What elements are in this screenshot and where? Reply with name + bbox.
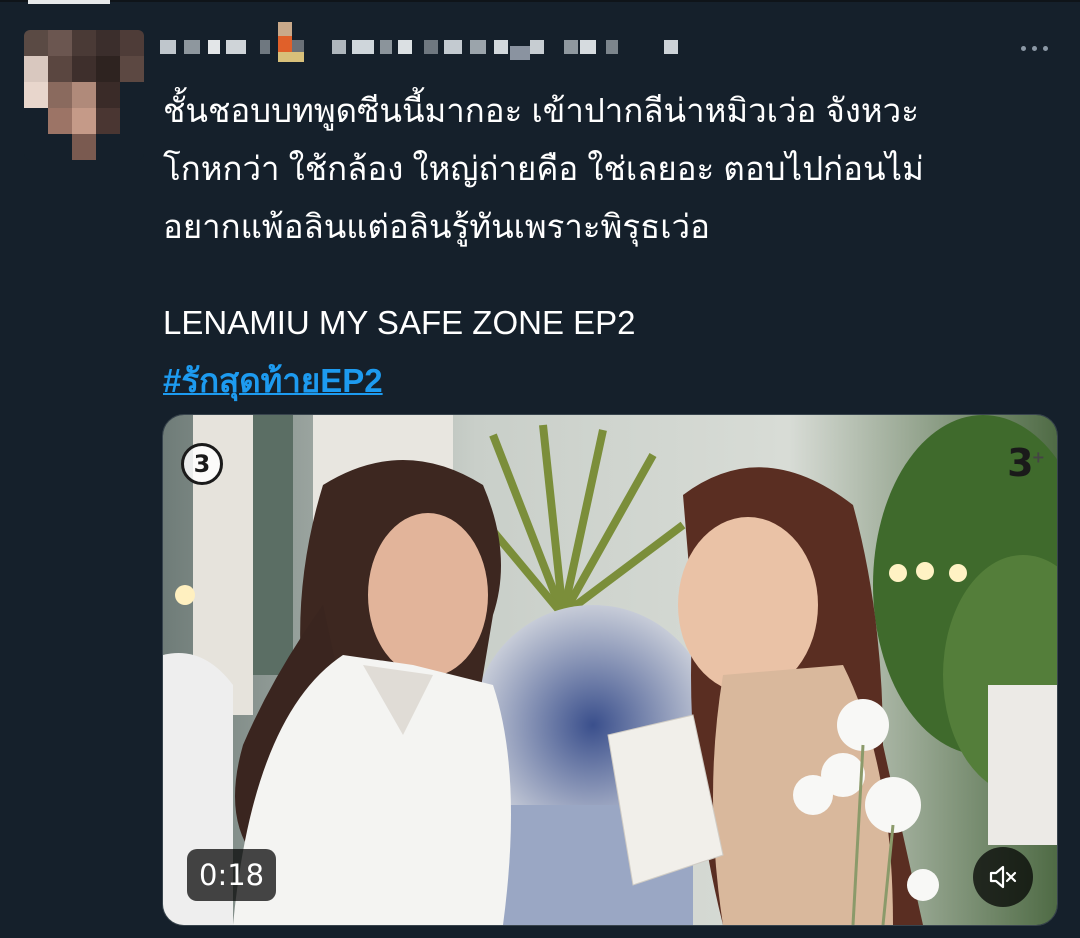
username-pixelated[interactable]	[160, 22, 720, 66]
video-duration: 0:18	[187, 849, 277, 901]
channel-badge-text: 3	[1007, 441, 1033, 485]
previous-tweet-edge	[28, 0, 110, 4]
tweet-text: ชั้นชอบบทพูดซีนนี้มากอะ เข้าปากลีน่าหมิว…	[163, 82, 1053, 410]
video-frame	[163, 415, 1057, 925]
mute-button[interactable]	[973, 847, 1033, 907]
avatar[interactable]	[24, 30, 144, 160]
video-player[interactable]: 3 3+ 0:18	[162, 414, 1058, 926]
channel-logo-text: 3	[193, 450, 211, 478]
channel-logo-icon: 3	[181, 443, 223, 485]
more-options-icon[interactable]	[1014, 38, 1054, 58]
tweet-caption: LENAMIU MY SAFE ZONE EP2	[163, 304, 636, 341]
hashtag-link[interactable]: #รักสุดท้ายEP2	[163, 362, 383, 399]
tweet-card[interactable]: ชั้นชอบบทพูดซีนนี้มากอะ เข้าปากลีน่าหมิว…	[0, 0, 1080, 938]
channel-badge-plus: +	[1031, 447, 1045, 467]
speaker-muted-icon	[989, 865, 1017, 889]
tweet-text-line: อยากแพ้อลินแต่อลินรู้ทันเพราะพิรุธเว่อ	[163, 208, 710, 245]
channel-badge-icon: 3+	[1007, 441, 1045, 485]
tweet-text-line: โกหกว่า ใช้กล้อง ใหญ่ถ่ายคือ ใช่เลยอะ ตอ…	[163, 150, 924, 187]
divider	[0, 0, 1080, 2]
tweet-text-line: ชั้นชอบบทพูดซีนนี้มากอะ เข้าปากลีน่าหมิว…	[163, 92, 919, 129]
